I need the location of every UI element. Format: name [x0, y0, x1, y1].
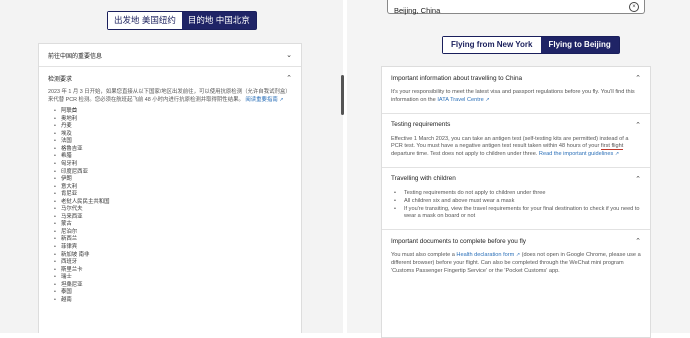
country-item: 泰国 — [54, 289, 292, 297]
external-link-icon: ↗ — [614, 151, 620, 158]
external-link-icon: ↗ — [279, 96, 284, 103]
section-title: 检测要求 — [48, 76, 73, 83]
destination-search-field[interactable]: × — [387, 0, 645, 17]
section-text: Effective 1 March 2023, you can take an … — [391, 135, 629, 150]
guidelines-link[interactable]: 阅读重要指南 — [245, 97, 277, 103]
section-body: It's your responsibility to meet the lat… — [382, 89, 650, 113]
guidelines-link[interactable]: Read the important guidelines — [539, 151, 613, 157]
country-item: 菲律宾 — [54, 244, 292, 252]
country-item: 伊朗 — [54, 176, 292, 184]
country-item: 尼泊尔 — [54, 229, 292, 237]
country-item: 瑞士 — [54, 274, 292, 282]
country-item: 肯尼亚 — [54, 191, 292, 199]
toggle-to-button[interactable]: 目的地 中国北京 — [181, 12, 256, 29]
section-testing: Testing requirements ⌃ Effective 1 March… — [382, 114, 650, 168]
section-header[interactable]: Testing requirements ⌃ — [382, 114, 650, 136]
external-link-icon: ↗ — [485, 96, 490, 103]
section-text-cont: departure time. Test does not apply to c… — [391, 151, 538, 158]
section-title: 前往中国的重要信息 — [48, 53, 103, 60]
country-item: 希腊 — [54, 153, 292, 161]
chevron-up-icon[interactable]: ⌃ — [635, 175, 641, 183]
country-item: 马来西亚 — [54, 214, 292, 222]
country-item: 丹麦 — [54, 123, 292, 131]
country-item: 新西兰 — [54, 236, 292, 244]
section-header[interactable]: 前往中国的重要信息 ⌄ — [39, 44, 301, 66]
section-documents: Important documents to complete before y… — [382, 230, 650, 283]
direction-toggle: 出发地 美国纽约 目的地 中国北京 — [107, 11, 257, 30]
section-text: It's your responsibility to meet the lat… — [391, 89, 635, 103]
info-card: Important information about travelling t… — [381, 66, 651, 338]
country-item: 斯里兰卡 — [54, 267, 292, 275]
toggle-from-button[interactable]: 出发地 美国纽约 — [108, 12, 182, 29]
chevron-up-icon[interactable]: ⌃ — [635, 237, 641, 245]
section-body: You must also complete a Health declarat… — [382, 252, 650, 283]
section-important-info: 前往中国的重要信息 ⌄ — [39, 44, 301, 67]
country-item: 坦桑尼亚 — [54, 282, 292, 290]
country-item: 匈牙利 — [54, 161, 292, 169]
toggle-to-button[interactable]: Flying to Beijing — [540, 37, 619, 53]
country-list: 阿联酋奥地利丹麦埃及法国格鲁吉亚希腊匈牙利印度尼西亚伊朗意大利肯尼亚老挝人民民主… — [48, 108, 292, 304]
list-item: If you're transiting, view the travel re… — [394, 206, 641, 222]
section-title: Important information about travelling t… — [391, 74, 523, 82]
country-item: 意大利 — [54, 184, 292, 192]
country-item: 法国 — [54, 138, 292, 146]
health-declaration-link[interactable]: Health declaration form — [456, 252, 514, 258]
section-body: 2023 年 1 月 3 日开始，如果您直接从以下国家/地区出发前往，可以使用抗… — [39, 89, 301, 312]
country-item: 西班牙 — [54, 259, 292, 267]
country-item: 老挝人民民主共和国 — [54, 199, 292, 207]
first-flight-highlight: first flight — [600, 143, 624, 151]
section-body: Testing requirements do not apply to chi… — [382, 190, 650, 229]
direction-toggle: Flying from New York Flying to Beijing — [442, 36, 620, 54]
section-body: Effective 1 March 2023, you can take an … — [382, 136, 650, 167]
chevron-down-icon[interactable]: ⌄ — [286, 51, 292, 59]
country-item: 奥地利 — [54, 116, 292, 124]
country-item: 埃及 — [54, 131, 292, 139]
section-header[interactable]: Important documents to complete before y… — [382, 230, 650, 252]
country-item: 蒙古 — [54, 221, 292, 229]
external-link-icon: ↗ — [515, 252, 521, 259]
section-title: Travelling with children — [391, 175, 456, 183]
chevron-up-icon[interactable]: ⌃ — [286, 74, 292, 82]
children-bullet-list: Testing requirements do not apply to chi… — [391, 190, 641, 221]
scrollbar-thumb[interactable] — [341, 75, 344, 115]
toggle-from-button[interactable]: Flying from New York — [443, 37, 541, 53]
iata-link[interactable]: IATA Travel Centre — [437, 97, 483, 103]
info-card: 前往中国的重要信息 ⌄ 检测要求 ⌃ 2023 年 1 月 3 日开始，如果您直… — [38, 43, 302, 333]
section-header[interactable]: 检测要求 ⌃ — [39, 67, 301, 89]
section-header[interactable]: Travelling with children ⌃ — [382, 168, 650, 190]
country-item: 阿联酋 — [54, 108, 292, 116]
section-important-info: Important information about travelling t… — [382, 67, 650, 114]
section-testing: 检测要求 ⌃ 2023 年 1 月 3 日开始，如果您直接从以下国家/地区出发前… — [39, 67, 301, 312]
section-children: Travelling with children ⌃ Testing requi… — [382, 168, 650, 231]
left-panel: 出发地 美国纽约 目的地 中国北京 前往中国的重要信息 ⌄ 检测要求 ⌃ 202… — [0, 0, 343, 333]
country-item: 印度尼西亚 — [54, 169, 292, 177]
country-item: 马尔代夫 — [54, 206, 292, 214]
section-header[interactable]: Important information about travelling t… — [382, 67, 650, 89]
country-item: 越南 — [54, 297, 292, 305]
list-item: Testing requirements do not apply to chi… — [394, 190, 641, 198]
clear-icon[interactable]: × — [629, 2, 639, 12]
chevron-up-icon[interactable]: ⌃ — [635, 121, 641, 129]
country-item: 格鲁吉亚 — [54, 146, 292, 154]
section-text: You must also complete a — [391, 252, 455, 259]
chevron-up-icon[interactable]: ⌃ — [635, 74, 641, 82]
section-title: Important documents to complete before y… — [391, 237, 526, 245]
country-item: 新加坡 南非 — [54, 252, 292, 260]
section-title: Testing requirements — [391, 121, 451, 129]
list-item: All children six and above must wear a m… — [394, 198, 641, 206]
destination-input[interactable] — [388, 4, 620, 17]
